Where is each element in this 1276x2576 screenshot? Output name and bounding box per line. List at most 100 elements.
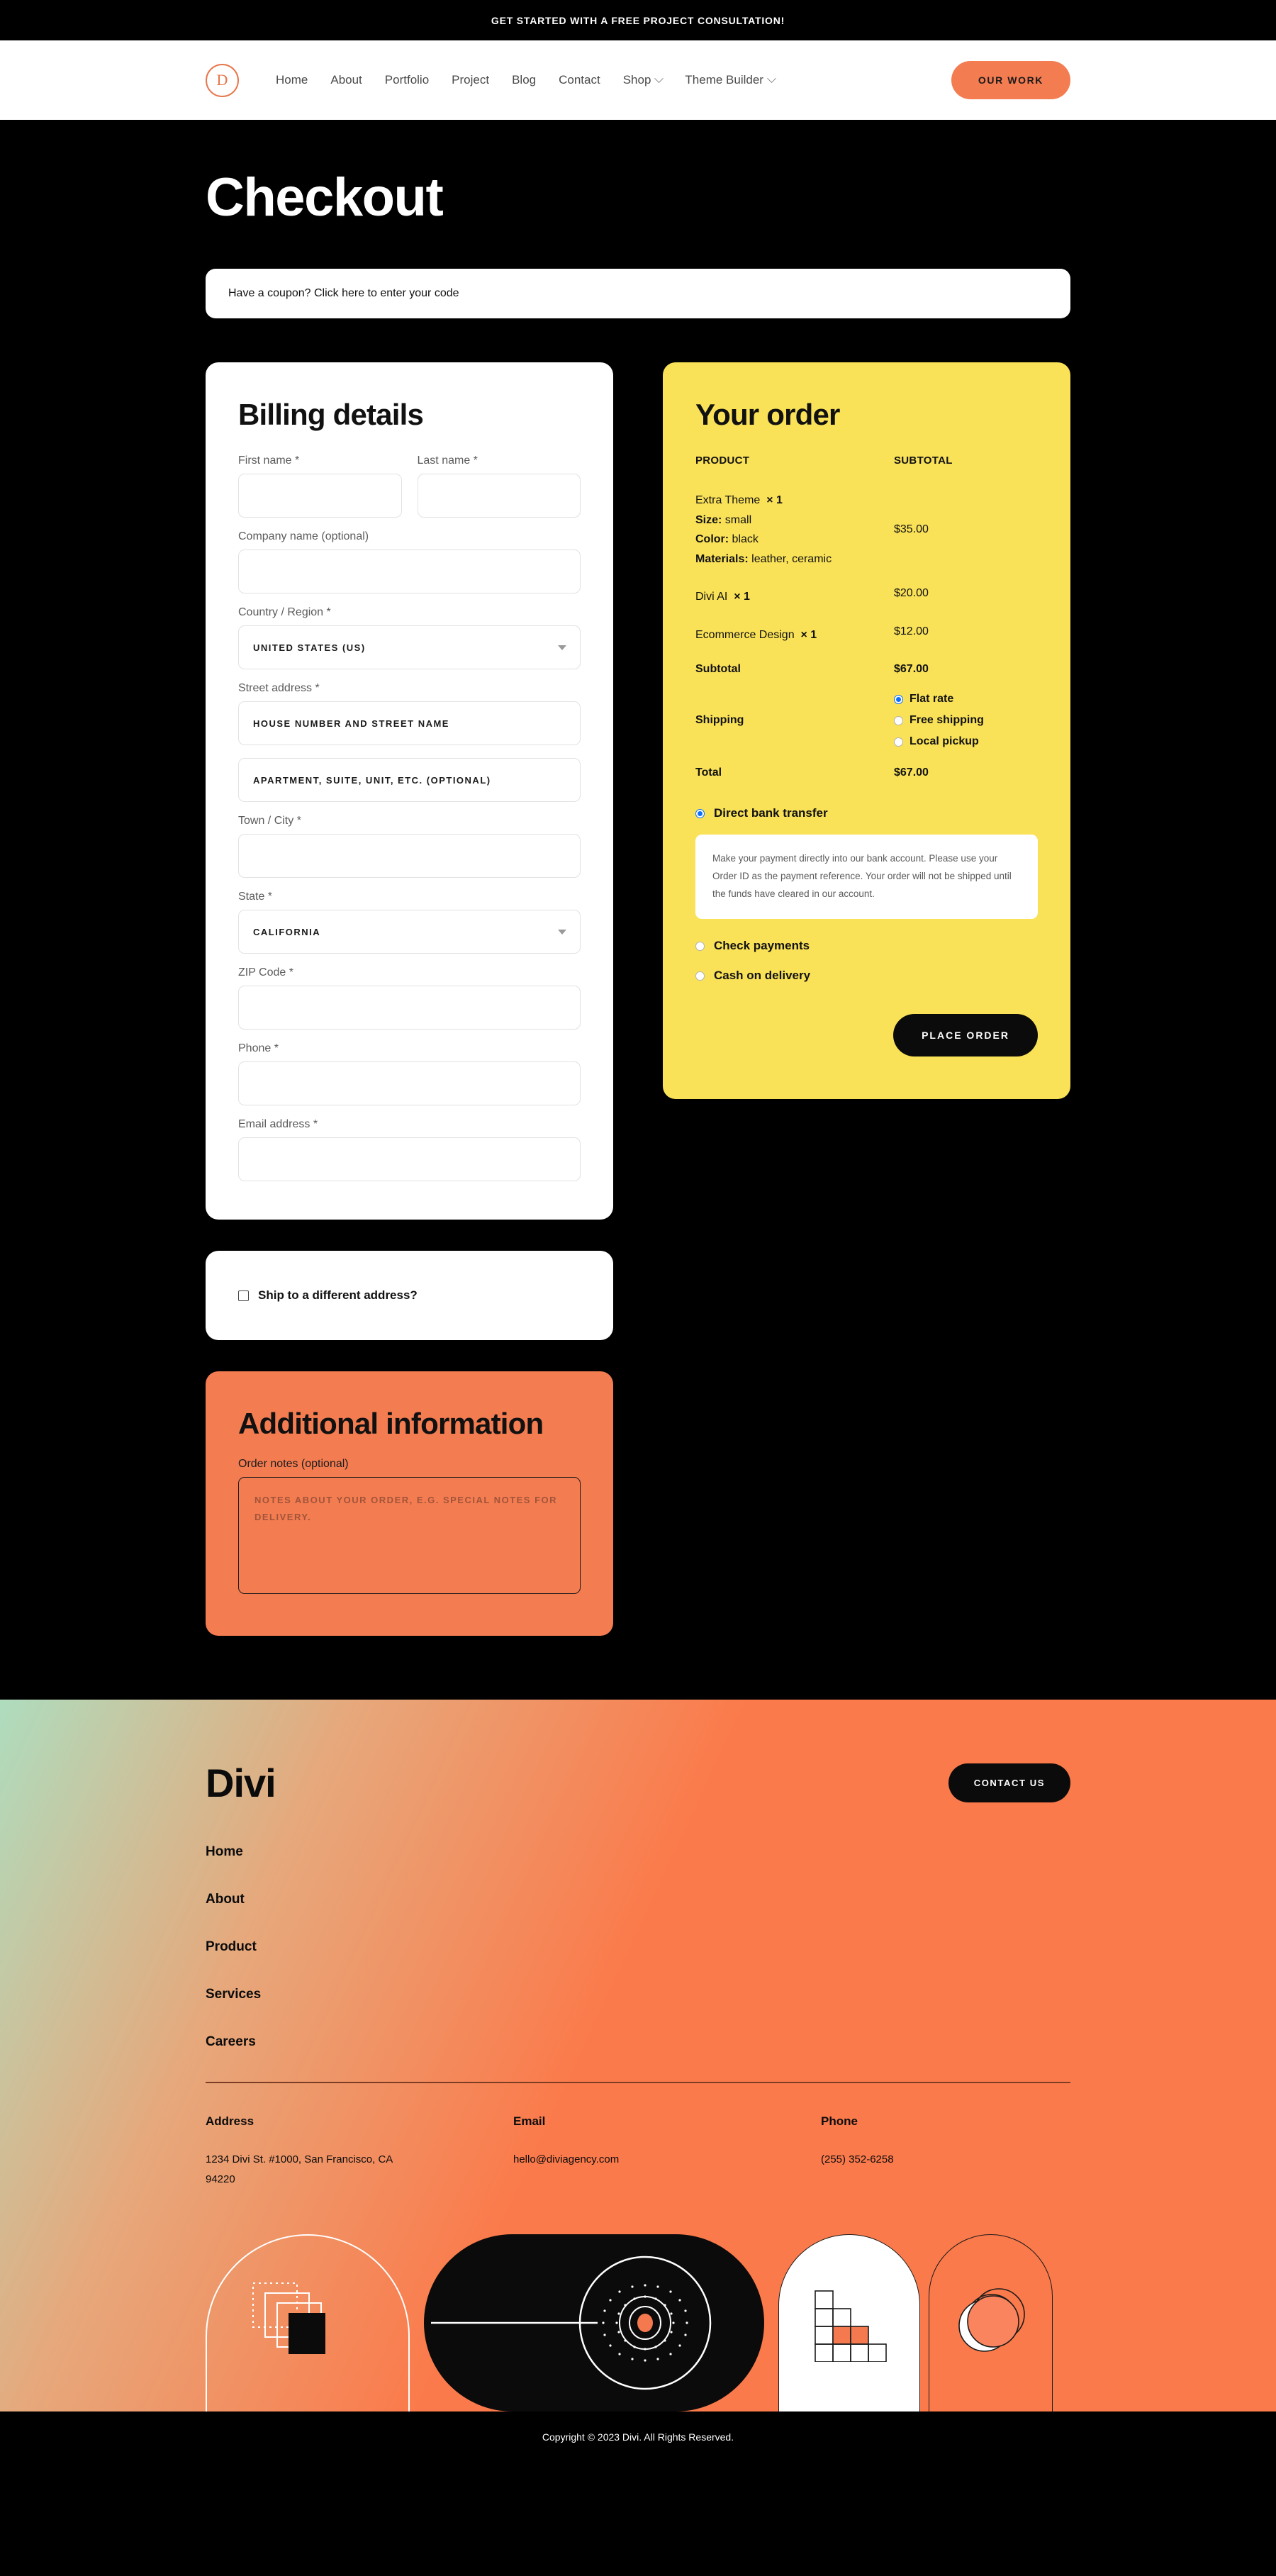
order-total-row: Total $67.00	[695, 766, 1038, 779]
state-select[interactable]: CALIFORNIA	[238, 910, 581, 954]
radio-icon[interactable]	[894, 737, 903, 747]
payment-methods: Direct bank transfer Make your payment d…	[695, 806, 1038, 983]
city-label: Town / City *	[238, 815, 301, 827]
footer-logo: Divi	[206, 1761, 276, 1806]
copyright-text: Copyright © 2023 Divi. All Rights Reserv…	[542, 2431, 734, 2443]
item-price: $12.00	[894, 625, 929, 637]
radio-icon[interactable]	[894, 715, 903, 725]
ship-different-address-card: Ship to a different address?	[206, 1251, 613, 1341]
divi-logo-icon[interactable]: D	[206, 63, 239, 97]
order-shipping-row: Shipping Flat rate Free shipping Local p…	[695, 693, 1038, 748]
footer-column-heading: Address	[206, 2114, 254, 2128]
footer-phone-value[interactable]: (255) 352-6258	[821, 2150, 894, 2170]
payment-option-label: Direct bank transfer	[714, 806, 828, 820]
checkout-main: Checkout Have a coupon? Click here to en…	[0, 120, 1276, 1700]
shipping-label: Shipping	[695, 714, 744, 727]
chevron-down-icon	[654, 73, 664, 83]
country-select[interactable]: UNITED STATES (US)	[238, 625, 581, 670]
footer-link-services[interactable]: Services	[206, 1987, 1070, 2002]
payment-option-direct-bank-transfer[interactable]: Direct bank transfer	[695, 806, 1038, 820]
street-address-label: Street address *	[238, 682, 320, 695]
item-name: Divi AI	[695, 591, 728, 603]
footer-link-home[interactable]: Home	[206, 1844, 1070, 1860]
your-order-card: Your order PRODUCT SUBTOTAL Extra Theme …	[663, 362, 1070, 1100]
announcement-text: GET STARTED WITH A FREE PROJECT CONSULTA…	[491, 14, 785, 26]
footer-link-product[interactable]: Product	[206, 1939, 1070, 1955]
site-footer: Divi CONTACT US Home About Product Servi…	[0, 1700, 1276, 2464]
place-order-button[interactable]: PLACE ORDER	[893, 1014, 1038, 1057]
last-name-group: Last name *	[417, 455, 581, 518]
copyright-bar: Copyright © 2023 Divi. All Rights Reserv…	[0, 2411, 1276, 2464]
shipping-option-label: Local pickup	[910, 735, 979, 748]
radio-icon[interactable]	[894, 694, 903, 704]
city-group: Town / City *	[238, 815, 581, 879]
city-input[interactable]	[238, 834, 581, 879]
zip-input[interactable]	[238, 986, 581, 1030]
phone-group: Phone *	[238, 1042, 581, 1106]
item-qty: × 1	[800, 628, 817, 641]
last-name-input[interactable]	[417, 474, 581, 518]
nav-item-project[interactable]: Project	[440, 73, 500, 87]
payment-option-cash-on-delivery[interactable]: Cash on delivery	[695, 969, 1038, 983]
nav-label: Home	[276, 73, 308, 87]
item-name: Extra Theme	[695, 494, 761, 507]
shipping-option-flat-rate[interactable]: Flat rate	[894, 693, 1038, 706]
company-input[interactable]	[238, 550, 581, 594]
order-table-header: PRODUCT SUBTOTAL	[695, 455, 1038, 467]
shipping-option-local-pickup[interactable]: Local pickup	[894, 735, 1038, 748]
item-meta-color: Color: black	[695, 530, 894, 550]
coupon-toggle[interactable]: Have a coupon? Click here to enter your …	[206, 269, 1070, 318]
radio-icon[interactable]	[695, 941, 705, 951]
additional-information-title: Additional information	[238, 1407, 544, 1441]
column-header-product: PRODUCT	[695, 455, 750, 467]
our-work-button[interactable]: OUR WORK	[951, 61, 1070, 99]
footer-nav: Home About Product Services Careers	[206, 1844, 1070, 2050]
column-header-subtotal: SUBTOTAL	[894, 455, 953, 467]
order-notes-textarea[interactable]	[238, 1477, 581, 1595]
phone-input[interactable]	[238, 1061, 581, 1106]
nested-squares-icon	[252, 2282, 325, 2354]
site-header: D Home About Portfolio Project Blog Cont…	[0, 40, 1276, 120]
nav-item-shop[interactable]: Shop	[612, 73, 674, 87]
state-label: State *	[238, 891, 273, 903]
subtotal-value: $67.00	[894, 663, 929, 676]
shipping-option-label: Free shipping	[910, 714, 984, 727]
item-price: $20.00	[894, 587, 929, 600]
first-name-input[interactable]	[238, 474, 402, 518]
street-address-input[interactable]	[238, 701, 581, 746]
footer-email-value[interactable]: hello@diviagency.com	[513, 2150, 726, 2170]
ship-different-address-checkbox[interactable]	[238, 1290, 249, 1301]
payment-option-check-payments[interactable]: Check payments	[695, 939, 1038, 953]
nav-label: Shop	[622, 73, 651, 87]
footer-link-careers[interactable]: Careers	[206, 2034, 1070, 2050]
logo-letter: D	[216, 71, 228, 89]
contact-us-button[interactable]: CONTACT US	[948, 1763, 1070, 1803]
order-notes-label: Order notes (optional)	[238, 1458, 349, 1471]
radio-icon[interactable]	[695, 808, 705, 818]
nav-item-blog[interactable]: Blog	[500, 73, 547, 87]
meta-key: Size:	[695, 513, 722, 526]
item-meta-materials: Materials: leather, ceramic	[695, 550, 894, 569]
chevron-down-icon	[767, 73, 776, 83]
email-input[interactable]	[238, 1137, 581, 1182]
additional-information-card: Additional information Order notes (opti…	[206, 1371, 613, 1637]
street-address-group: Street address *	[238, 682, 581, 803]
shipping-option-free-shipping[interactable]: Free shipping	[894, 714, 1038, 727]
meta-key: Materials:	[695, 552, 749, 565]
payment-description: Make your payment directly into our bank…	[695, 835, 1038, 920]
zip-label: ZIP Code *	[238, 966, 293, 979]
nav-item-contact[interactable]: Contact	[547, 73, 612, 87]
order-line-item: Ecommerce Design × 1 $12.00	[695, 625, 1038, 645]
ship-different-address-label: Ship to a different address?	[258, 1288, 418, 1303]
deco-arch-staircase-icon	[778, 2234, 920, 2411]
street-address-2-input[interactable]	[238, 758, 581, 803]
nav-item-about[interactable]: About	[319, 73, 373, 87]
nav-item-theme-builder[interactable]: Theme Builder	[673, 73, 786, 87]
nav-item-home[interactable]: Home	[264, 73, 319, 87]
order-line-item: Divi AI × 1 $20.00	[695, 587, 1038, 607]
phone-label: Phone *	[238, 1042, 279, 1055]
footer-link-about[interactable]: About	[206, 1892, 1070, 1907]
nav-item-portfolio[interactable]: Portfolio	[374, 73, 440, 87]
chevron-down-icon	[558, 645, 566, 651]
radio-icon[interactable]	[695, 971, 705, 981]
